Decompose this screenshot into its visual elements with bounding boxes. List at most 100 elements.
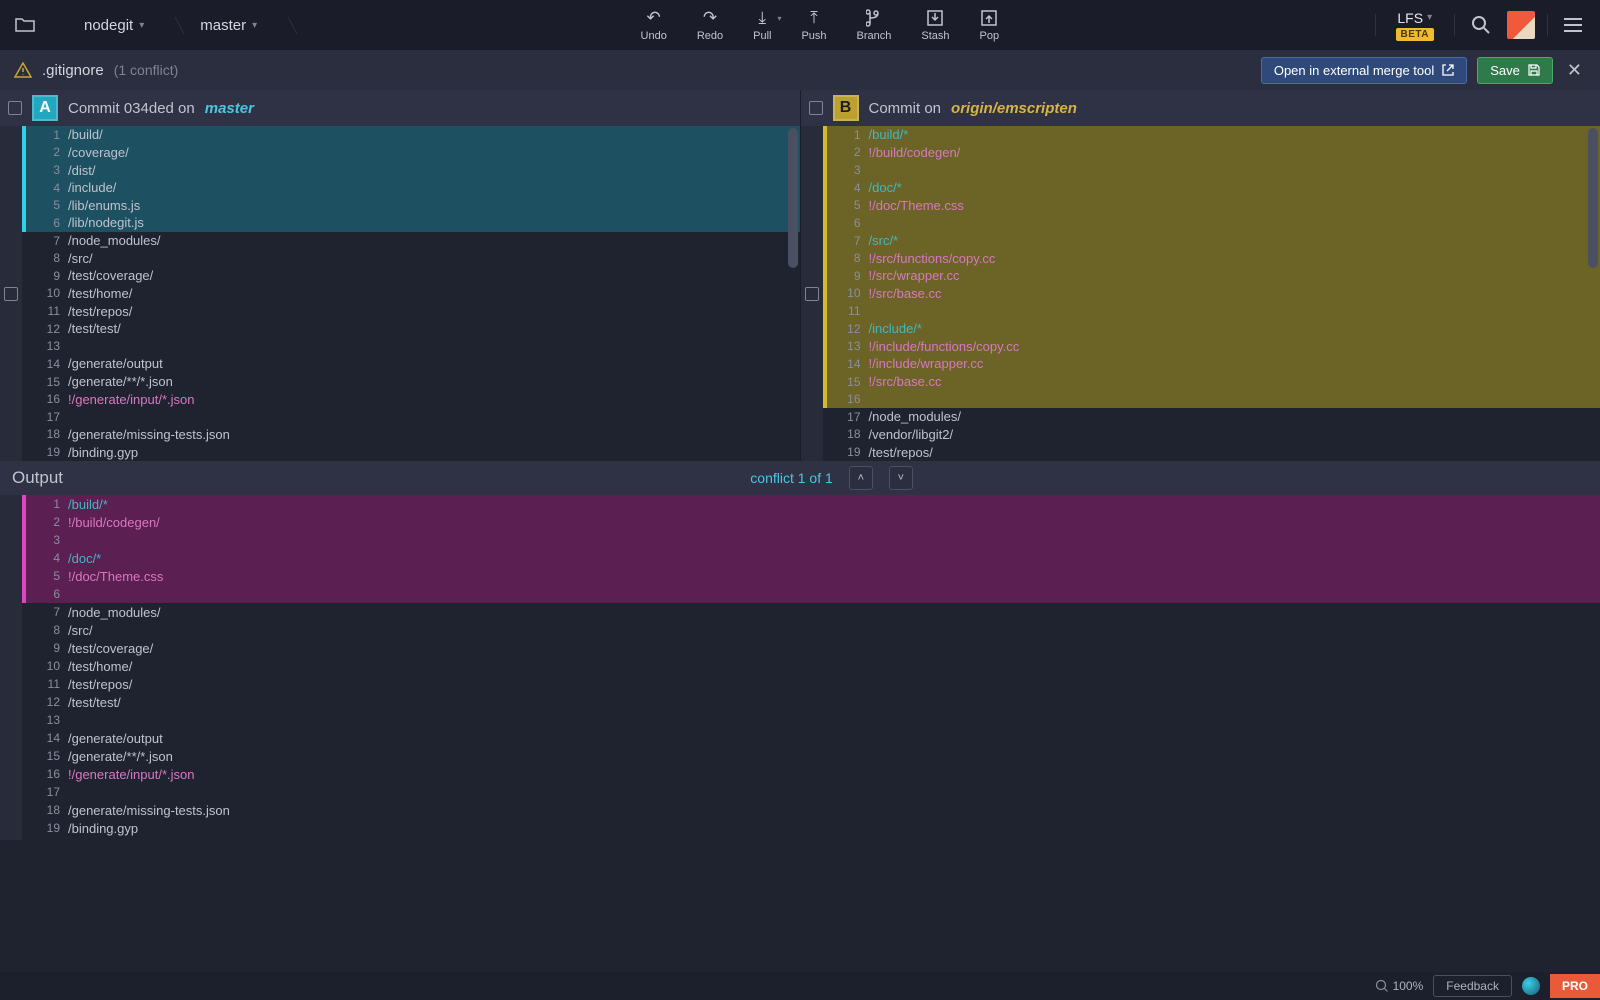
code-line[interactable]: 12/test/test/	[22, 693, 1600, 711]
code-line[interactable]: 18/generate/missing-tests.json	[22, 801, 1600, 819]
code-line[interactable]: 12/test/test/	[22, 320, 800, 338]
pane-a: 1/build/2/coverage/3/dist/4/include/5/li…	[0, 126, 801, 461]
undo-button[interactable]: ↶Undo	[627, 0, 681, 50]
pane-b-branch: origin/emscripten	[951, 100, 1077, 117]
pane-b-hunk-checkbox[interactable]	[805, 287, 819, 301]
redo-button[interactable]: ↷Redo	[683, 0, 737, 50]
code-line[interactable]: 7/node_modules/	[22, 232, 800, 250]
code-line[interactable]: 18/generate/missing-tests.json	[22, 426, 800, 444]
code-line[interactable]: 12/include/*	[823, 320, 1600, 338]
menu-button[interactable]	[1560, 14, 1586, 36]
code-view-a[interactable]: 1/build/2/coverage/3/dist/4/include/5/li…	[22, 126, 800, 461]
undo-icon: ↶	[647, 8, 661, 28]
code-line[interactable]: 15/generate/**/*.json	[22, 747, 1600, 765]
scrollbar-thumb[interactable]	[788, 128, 798, 268]
code-line[interactable]: 3	[22, 531, 1600, 549]
code-line[interactable]: 19/binding.gyp	[22, 443, 800, 461]
code-line[interactable]: 7/src/*	[823, 232, 1600, 250]
zoom-icon	[1375, 979, 1389, 993]
search-button[interactable]	[1467, 11, 1495, 39]
stash-icon	[926, 8, 944, 28]
code-line[interactable]: 1/build/	[22, 126, 800, 144]
globe-icon[interactable]	[1522, 977, 1540, 995]
lfs-button[interactable]: LFS▾ BETA	[1388, 10, 1442, 41]
code-line[interactable]: 10/test/home/	[22, 657, 1600, 675]
repo-crumb[interactable]: nodegit ▾	[50, 17, 166, 34]
pull-icon: ⤓	[759, 8, 767, 28]
code-line[interactable]: 2!/build/codegen/	[22, 513, 1600, 531]
conflict-nav-label: conflict 1 of 1	[750, 470, 833, 486]
code-line[interactable]: 9/test/coverage/	[22, 639, 1600, 657]
zoom-control[interactable]: 100%	[1375, 979, 1424, 993]
beta-badge: BETA	[1396, 28, 1434, 41]
feedback-button[interactable]: Feedback	[1433, 975, 1512, 997]
code-line[interactable]: 17/node_modules/	[823, 408, 1600, 426]
code-line[interactable]: 5!/doc/Theme.css	[823, 197, 1600, 215]
code-line[interactable]: 10/test/home/	[22, 285, 800, 303]
code-line[interactable]: 8/src/	[22, 249, 800, 267]
code-line[interactable]: 13	[22, 711, 1600, 729]
code-line[interactable]: 2/coverage/	[22, 144, 800, 162]
code-line[interactable]: 16	[823, 390, 1600, 408]
pane-a-take-all-checkbox[interactable]	[8, 101, 22, 115]
save-button[interactable]: Save	[1477, 57, 1553, 84]
conflict-prev-button[interactable]: ˄	[849, 466, 873, 490]
code-line[interactable]: 11/test/repos/	[22, 675, 1600, 693]
code-view-output[interactable]: 1/build/*2!/build/codegen/34/doc/*5!/doc…	[22, 495, 1600, 840]
code-view-b[interactable]: 1/build/*2!/build/codegen/34/doc/*5!/doc…	[823, 126, 1600, 461]
code-line[interactable]: 6/lib/nodegit.js	[22, 214, 800, 232]
status-bar: 100% Feedback PRO	[0, 972, 1600, 1000]
code-line[interactable]: 6	[823, 214, 1600, 232]
code-line[interactable]: 4/include/	[22, 179, 800, 197]
conflict-next-button[interactable]: ˅	[889, 466, 913, 490]
pro-badge: PRO	[1550, 974, 1600, 998]
code-line[interactable]: 10!/src/base.cc	[823, 285, 1600, 303]
code-line[interactable]: 14/generate/output	[22, 729, 1600, 747]
code-line[interactable]: 19/test/repos/	[823, 443, 1600, 461]
chevron-down-icon: ▾	[139, 20, 144, 31]
avatar[interactable]	[1507, 11, 1535, 39]
pane-b-take-all-checkbox[interactable]	[809, 101, 823, 115]
code-line[interactable]: 14/generate/output	[22, 355, 800, 373]
close-button[interactable]: ✕	[1563, 60, 1586, 81]
code-line[interactable]: 1/build/*	[823, 126, 1600, 144]
code-line[interactable]: 11/test/repos/	[22, 302, 800, 320]
code-line[interactable]: 13	[22, 338, 800, 356]
code-line[interactable]: 15!/src/base.cc	[823, 373, 1600, 391]
code-line[interactable]: 4/doc/*	[823, 179, 1600, 197]
code-line[interactable]: 13!/include/functions/copy.cc	[823, 338, 1600, 356]
code-line[interactable]: 8!/src/functions/copy.cc	[823, 249, 1600, 267]
code-line[interactable]: 14!/include/wrapper.cc	[823, 355, 1600, 373]
open-external-button[interactable]: Open in external merge tool	[1261, 57, 1467, 84]
code-line[interactable]: 19/binding.gyp	[22, 819, 1600, 837]
code-line[interactable]: 9/test/coverage/	[22, 267, 800, 285]
scrollbar-thumb[interactable]	[1588, 128, 1598, 268]
code-line[interactable]: 8/src/	[22, 621, 1600, 639]
code-line[interactable]: 17	[22, 408, 800, 426]
pop-button[interactable]: Pop	[966, 0, 1014, 50]
code-line[interactable]: 5!/doc/Theme.css	[22, 567, 1600, 585]
code-line[interactable]: 17	[22, 783, 1600, 801]
code-line[interactable]: 1/build/*	[22, 495, 1600, 513]
code-line[interactable]: 7/node_modules/	[22, 603, 1600, 621]
code-line[interactable]: 4/doc/*	[22, 549, 1600, 567]
code-line[interactable]: 15/generate/**/*.json	[22, 373, 800, 391]
pane-a-hunk-checkbox[interactable]	[4, 287, 18, 301]
push-button[interactable]: ⤒Push	[787, 0, 840, 50]
code-line[interactable]: 18/vendor/libgit2/	[823, 426, 1600, 444]
pane-b-title: Commit on	[869, 100, 942, 117]
stash-button[interactable]: Stash	[907, 0, 963, 50]
folder-button[interactable]	[0, 17, 50, 33]
code-line[interactable]: 11	[823, 302, 1600, 320]
code-line[interactable]: 16!/generate/input/*.json	[22, 390, 800, 408]
code-line[interactable]: 2!/build/codegen/	[823, 144, 1600, 162]
code-line[interactable]: 6	[22, 585, 1600, 603]
pull-button[interactable]: ⤓Pull▾	[739, 0, 785, 50]
code-line[interactable]: 16!/generate/input/*.json	[22, 765, 1600, 783]
code-line[interactable]: 3/dist/	[22, 161, 800, 179]
branch-button[interactable]: Branch	[843, 0, 906, 50]
code-line[interactable]: 3	[823, 161, 1600, 179]
code-line[interactable]: 9!/src/wrapper.cc	[823, 267, 1600, 285]
code-line[interactable]: 5/lib/enums.js	[22, 197, 800, 215]
branch-name: master	[200, 17, 246, 34]
